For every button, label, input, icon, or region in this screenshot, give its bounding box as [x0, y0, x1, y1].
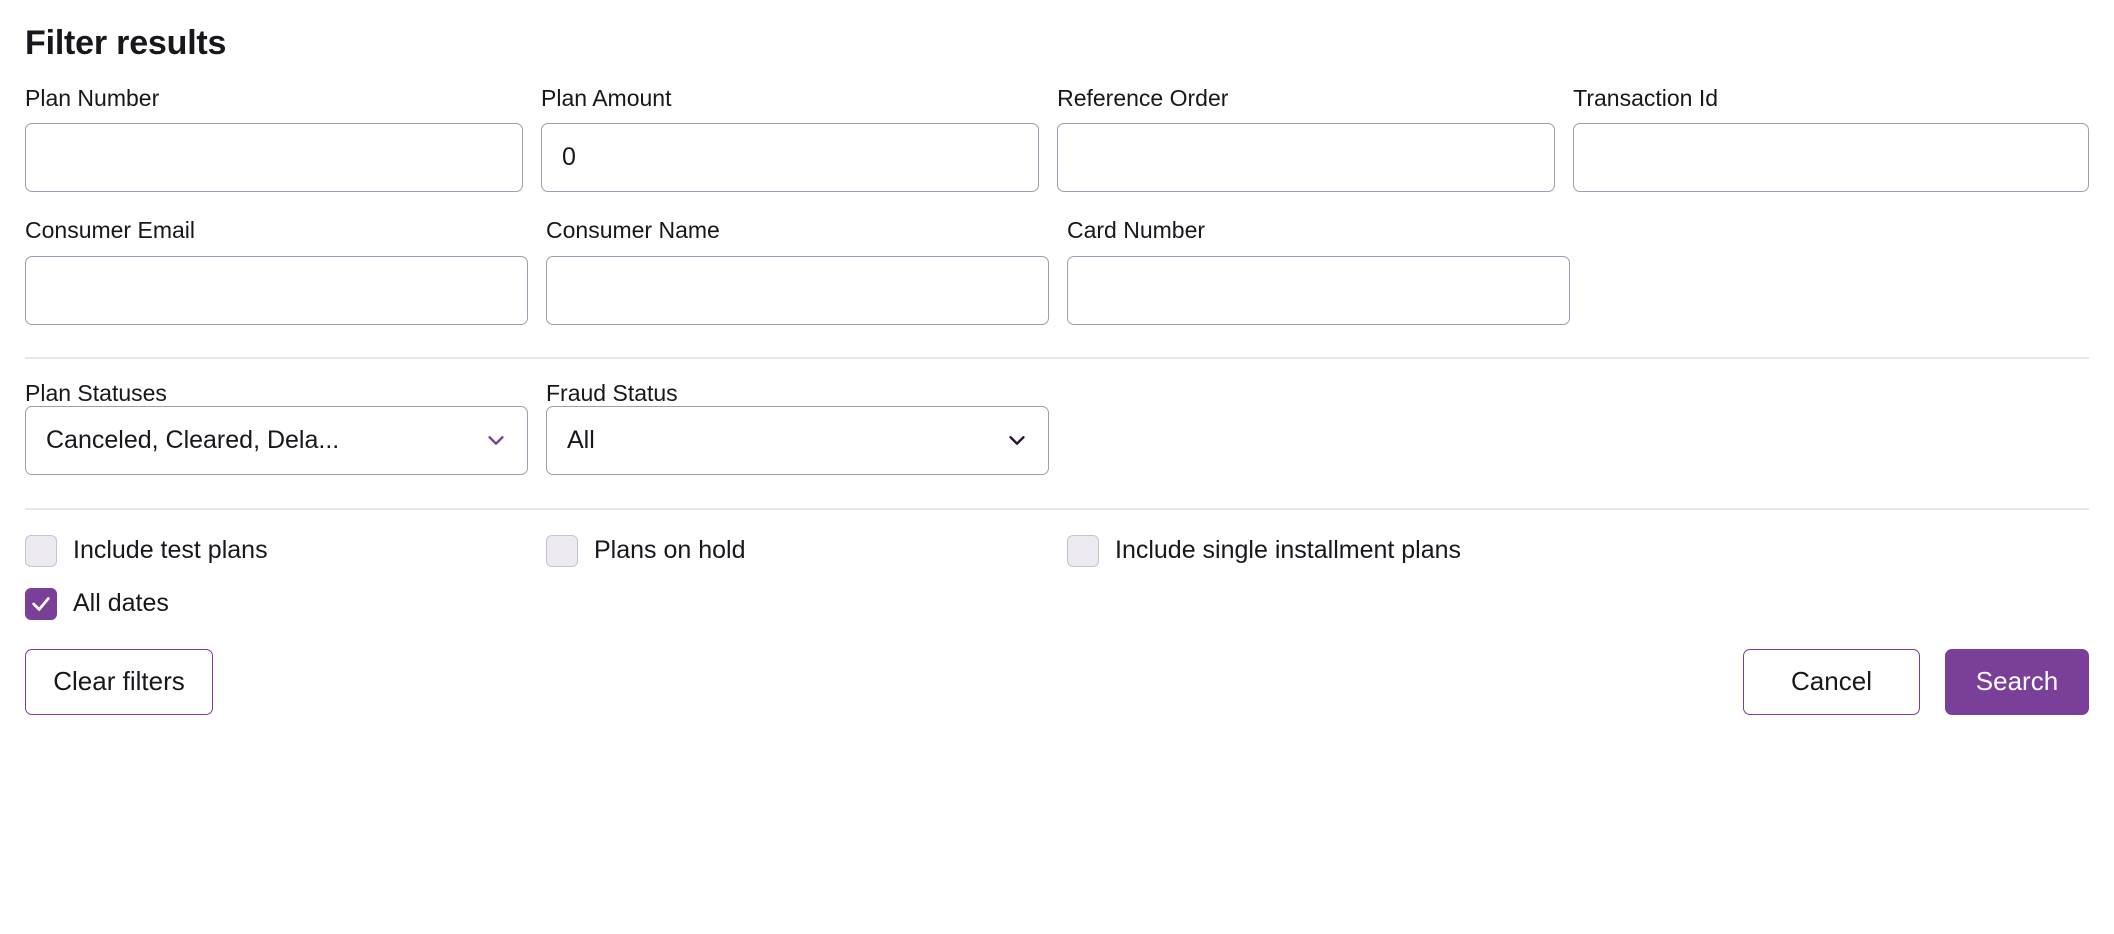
clear-filters-button[interactable]: Clear filters: [25, 648, 213, 715]
filter-field-row-1: Plan Number Plan Amount Reference Order …: [25, 85, 2089, 193]
checkbox-label: Plans on hold: [594, 536, 746, 565]
filter-select-row: Plan Statuses Canceled, Cleared, Dela...…: [25, 379, 2089, 475]
check-icon: [32, 597, 50, 611]
field-label-consumer-email: Consumer Email: [25, 217, 195, 244]
field-label-card-number: Card Number: [1067, 217, 1206, 244]
divider-top: [25, 356, 2089, 359]
checkbox-box-icon[interactable]: [546, 534, 578, 567]
checkbox-box-icon[interactable]: [25, 534, 57, 567]
field-consumer-email: Consumer Email: [25, 217, 528, 325]
checkbox-row-2: All dates: [25, 587, 2089, 620]
fraud-status-select[interactable]: All: [546, 405, 1049, 475]
checkbox-label: Include test plans: [73, 536, 268, 565]
reference-order-input[interactable]: [1057, 123, 1556, 193]
plan-statuses-selected-value: Canceled, Cleared, Dela...: [46, 425, 340, 454]
chevron-down-icon: [1009, 436, 1025, 446]
field-reference-order: Reference Order: [1057, 85, 1556, 193]
filter-results-panel: Filter results Plan Number Plan Amount R…: [0, 0, 2114, 934]
checkbox-box-icon[interactable]: [1067, 534, 1099, 567]
field-label-transaction-id: Transaction Id: [1573, 85, 1719, 111]
field-label-fraud-status: Fraud Status: [546, 379, 678, 406]
filter-field-row-2: Consumer Email Consumer Name Card Number: [25, 217, 2089, 325]
field-plan-statuses: Plan Statuses Canceled, Cleared, Dela...: [25, 379, 528, 475]
field-label-reference-order: Reference Order: [1057, 85, 1229, 111]
consumer-name-input[interactable]: [546, 255, 1049, 325]
checkbox-label: All dates: [73, 589, 169, 618]
field-transaction-id: Transaction Id: [1573, 85, 2089, 193]
field-label-plan-amount: Plan Amount: [541, 85, 672, 111]
checkbox-label: Include single installment plans: [1115, 536, 1462, 565]
checkbox-row-1: Include test plans Plans on hold Include…: [25, 534, 2089, 567]
search-button[interactable]: Search: [1945, 648, 2089, 715]
checkbox-plans-on-hold[interactable]: Plans on hold: [546, 534, 1067, 567]
filter-actions: Clear filters Cancel Search: [25, 648, 2089, 715]
checkbox-all-dates[interactable]: All dates: [25, 587, 546, 620]
field-card-number: Card Number: [1067, 217, 1570, 325]
checkbox-include-single-installment-plans[interactable]: Include single installment plans: [1067, 534, 1462, 567]
field-consumer-name: Consumer Name: [546, 217, 1049, 325]
chevron-down-icon: [488, 436, 504, 446]
checkbox-include-test-plans[interactable]: Include test plans: [25, 534, 546, 567]
fraud-status-selected-value: All: [567, 425, 595, 454]
field-label-consumer-name: Consumer Name: [546, 217, 720, 244]
field-label-plan-number: Plan Number: [25, 85, 160, 111]
field-plan-amount: Plan Amount: [541, 85, 1040, 193]
field-fraud-status: Fraud Status All: [546, 379, 1049, 475]
cancel-button[interactable]: Cancel: [1743, 648, 1920, 715]
page-title: Filter results: [25, 24, 227, 62]
field-label-plan-statuses: Plan Statuses: [25, 379, 167, 406]
field-plan-number: Plan Number: [25, 85, 524, 193]
plan-statuses-select[interactable]: Canceled, Cleared, Dela...: [25, 405, 528, 475]
checkbox-box-icon[interactable]: [25, 587, 57, 620]
consumer-email-input[interactable]: [25, 255, 528, 325]
card-number-input[interactable]: [1067, 255, 1570, 325]
plan-amount-input[interactable]: [541, 123, 1040, 193]
plan-number-input[interactable]: [25, 123, 524, 193]
transaction-id-input[interactable]: [1573, 123, 2089, 193]
divider-bottom: [25, 507, 2089, 510]
